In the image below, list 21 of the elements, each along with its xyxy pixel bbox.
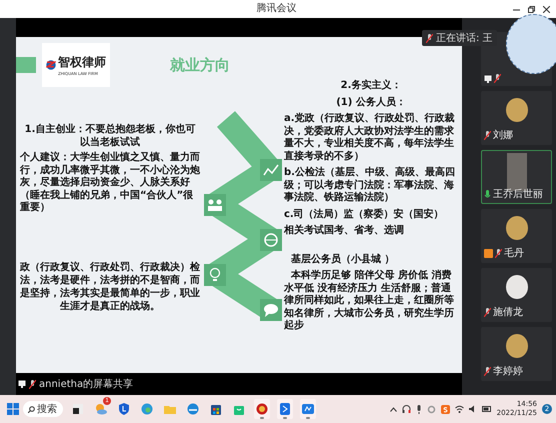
slide-paragraph: 本科学历足够 陪伴父母 房价低 消费水平低 没有经济压力 生活舒服；普通律所同样如此，如果往上走，红圈所等知名律所，大城市公务员，研究生学历起步	[284, 270, 455, 332]
window-title: 腾讯会议	[256, 2, 296, 16]
slide-paragraph: b.公检法（基层、中级、高级、最高四级；可以考虑专门法院：军事法院、海事法院、铁路运输法院）	[284, 167, 456, 204]
slide-heading: 2.务实主义：	[340, 79, 402, 92]
slide-heading: 1.自主创业：不要总抱怨老板，你也可以当老板试试	[24, 123, 196, 149]
slide-paragraph: 基层公务员（小县城 ）	[290, 254, 396, 266]
participant-name: 毛丹	[504, 246, 524, 260]
participant-name: 施倩龙	[493, 306, 523, 319]
participant-name: 王乔后世丽	[493, 188, 543, 201]
slide-paragraph: 个人建议：大学生创业慎之又慎、量力而行，成功几率微乎其微，一不小心沦为炮灰，尽量选择启动资金少、人脉关系好（睡在我上铺的兄弟，中国“合伙人”很重要）	[20, 152, 200, 214]
speaking-label: 正在讲话: 王	[436, 32, 493, 45]
slide-paragraph: c.司（法局）监（察委）安（国安）	[284, 208, 445, 221]
participant-name: 刘娜	[493, 128, 513, 142]
participant-name: 李婷婷	[493, 364, 523, 378]
slide-heading: 政（行政复议、行政处罚、行政裁决）检法，法考是硬件，法考拼的不是智商，而是坚持，法考其实是最简单的一步，职业生涯才是真正的战场。	[20, 260, 200, 312]
slide-title: 就业方向	[170, 56, 230, 74]
slide-heading: (1) 公务人员：	[335, 96, 407, 109]
slide-paragraph: 相关考试国考、省考、选调	[284, 225, 405, 238]
share-label: annietha的屏幕共享	[39, 378, 134, 391]
slide-paragraph: a.党政（行政复议、行政处罚、行政裁决，党委政府人大政协对法学生的需求量不大，专业相关度不高，每年法学生直接考录的不多）	[284, 113, 456, 163]
logo-name: 智权律师	[58, 54, 106, 71]
